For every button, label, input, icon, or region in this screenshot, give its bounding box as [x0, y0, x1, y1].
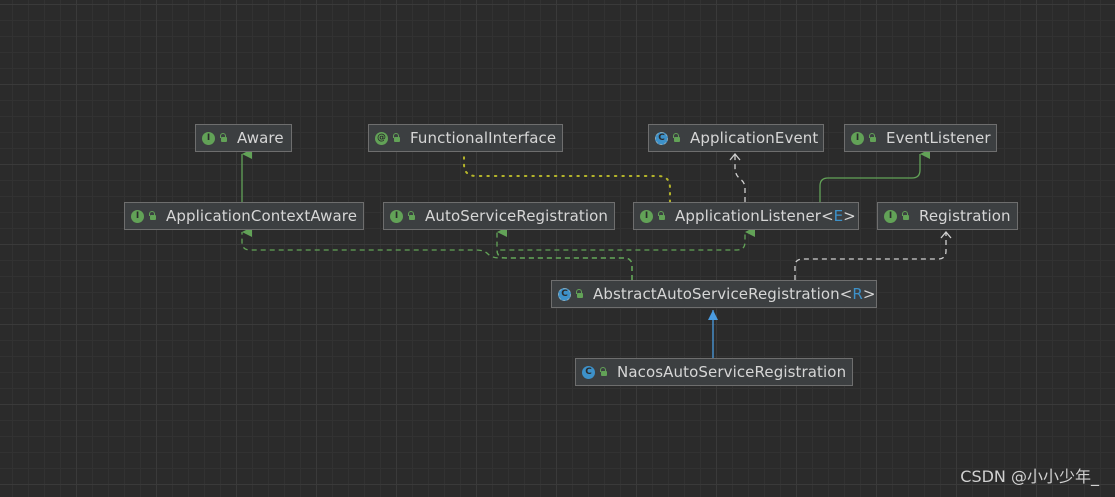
- node-application-event[interactable]: C ApplicationEvent: [648, 124, 824, 152]
- type-param-close: >: [862, 285, 876, 303]
- node-aware[interactable]: I Aware: [195, 124, 292, 152]
- node-label: EventListener: [886, 129, 991, 147]
- node-application-context-aware[interactable]: I ApplicationContextAware: [124, 202, 364, 230]
- node-label: AbstractAutoServiceRegistration: [593, 285, 840, 303]
- type-param-var: R: [852, 285, 863, 303]
- node-event-listener[interactable]: I EventListener: [844, 124, 997, 152]
- edge-applistener-applicationevent: [735, 154, 746, 202]
- node-label: AutoServiceRegistration: [425, 207, 609, 225]
- annotation-icon: @: [375, 131, 388, 145]
- watermark: CSDN @小小少年_: [960, 467, 1099, 486]
- public-lock-icon: [219, 133, 229, 143]
- node-registration[interactable]: I Registration: [877, 202, 1018, 230]
- type-param-open: <: [821, 207, 834, 225]
- node-nacos-auto-service-registration[interactable]: C NacosAutoServiceRegistration: [575, 358, 853, 386]
- node-abstract-auto-service-registration[interactable]: C AbstractAutoServiceRegistration < R >: [551, 280, 877, 308]
- public-lock-icon: [868, 133, 878, 143]
- public-lock-icon: [657, 211, 667, 221]
- public-lock-icon: [672, 133, 682, 143]
- node-functional-interface[interactable]: @ FunctionalInterface: [368, 124, 563, 152]
- node-label: ApplicationContextAware: [166, 207, 358, 225]
- interface-icon: I: [640, 209, 653, 223]
- interface-icon: I: [390, 209, 403, 223]
- abstract-class-icon: C: [558, 287, 571, 301]
- public-lock-icon: [392, 133, 402, 143]
- public-lock-icon: [575, 289, 585, 299]
- type-param-open: <: [839, 285, 853, 303]
- node-auto-service-registration[interactable]: I AutoServiceRegistration: [383, 202, 615, 230]
- node-label: ApplicationEvent: [690, 129, 819, 147]
- edge-abstract-applicationlistener: [496, 227, 755, 280]
- relationship-edges: [241, 149, 1115, 358]
- type-param-var: E: [833, 207, 844, 225]
- interface-icon: I: [884, 209, 897, 223]
- public-lock-icon: [599, 367, 609, 377]
- node-label: Registration: [919, 207, 1011, 225]
- type-param-close: >: [843, 207, 856, 225]
- class-icon: C: [582, 365, 595, 379]
- interface-icon: I: [851, 131, 864, 145]
- node-label: FunctionalInterface: [410, 129, 557, 147]
- abstract-class-icon: C: [655, 131, 668, 145]
- edge-abstract-appcontextaware: [241, 227, 633, 280]
- node-application-listener[interactable]: I ApplicationListener < E >: [633, 202, 859, 230]
- interface-icon: I: [202, 131, 215, 145]
- edge-abstract-autoserviceregistration: [496, 227, 633, 280]
- interface-icon: I: [131, 209, 144, 223]
- node-label: ApplicationListener: [675, 207, 822, 225]
- diagram-canvas: I Aware @ FunctionalInterface C Applicat…: [0, 0, 1115, 497]
- edge-applistener-eventlistener: [819, 149, 930, 202]
- public-lock-icon: [148, 211, 158, 221]
- node-label: Aware: [237, 129, 284, 147]
- edge-applistener-functionalinterface: [463, 151, 671, 203]
- public-lock-icon: [407, 211, 417, 221]
- edge-abstract-registration: [794, 232, 946, 280]
- node-label: NacosAutoServiceRegistration: [617, 363, 847, 381]
- public-lock-icon: [901, 211, 911, 221]
